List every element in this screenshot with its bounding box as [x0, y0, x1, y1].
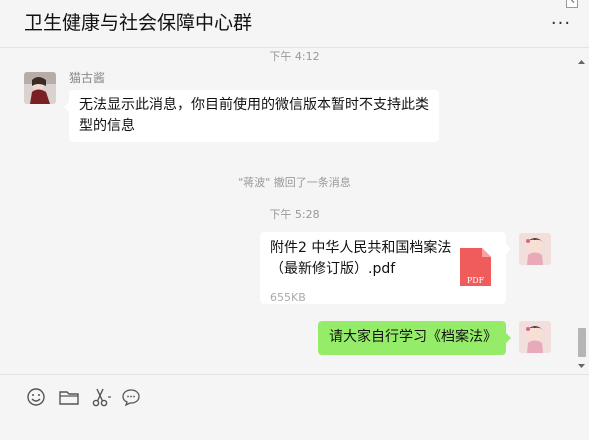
- emoji-icon[interactable]: [24, 385, 48, 409]
- timestamp: 下午 5:28: [269, 208, 320, 221]
- scroll-down-arrow-icon[interactable]: [577, 362, 586, 370]
- message-list[interactable]: 下午 4:12 猫古酱 无法显示此消息，你目前使用的微信版本暂时不支持此类 型的…: [0, 48, 589, 374]
- message-bubble[interactable]: 无法显示此消息，你目前使用的微信版本暂时不支持此类 型的信息: [64, 90, 439, 142]
- close-icon[interactable]: [566, 0, 578, 8]
- file-size: 655KB: [270, 291, 306, 304]
- pdf-file-icon: PDF: [460, 248, 491, 286]
- file-name-line: （最新修订版）.pdf: [270, 261, 396, 277]
- file-name: 附件2 中华人民共和国档案法 （最新修订版）.pdf: [270, 238, 460, 280]
- file-message[interactable]: 附件2 中华人民共和国档案法 （最新修订版）.pdf 655KB PDF: [260, 232, 511, 304]
- message-text: 无法显示此消息，你目前使用的微信版本暂时不支持此类: [79, 97, 429, 113]
- scroll-up-arrow-icon[interactable]: [577, 58, 586, 66]
- message-bubble[interactable]: 请大家自行学习《档案法》: [318, 321, 511, 355]
- message-text: 请大家自行学习《档案法》: [329, 329, 497, 345]
- more-options-icon[interactable]: ···: [546, 15, 576, 36]
- pdf-label: PDF: [466, 276, 485, 285]
- folder-icon[interactable]: [57, 385, 81, 409]
- chat-header: 卫生健康与社会保障中心群 ···: [0, 0, 589, 48]
- chat-bubble-icon[interactable]: [119, 385, 143, 409]
- avatar[interactable]: [519, 233, 551, 265]
- avatar[interactable]: [519, 321, 551, 353]
- scissors-icon[interactable]: [89, 385, 113, 409]
- file-name-line: 附件2 中华人民共和国档案法: [270, 240, 452, 256]
- avatar[interactable]: [24, 72, 56, 104]
- message-text: 型的信息: [79, 118, 135, 134]
- input-toolbar: [0, 374, 589, 440]
- recall-notice: "蒋波" 撤回了一条消息: [238, 176, 351, 189]
- chat-title: 卫生健康与社会保障中心群: [24, 12, 253, 34]
- timestamp: 下午 4:12: [269, 50, 320, 63]
- sender-name: 猫古酱: [69, 71, 106, 85]
- scrollbar-thumb[interactable]: [578, 328, 586, 357]
